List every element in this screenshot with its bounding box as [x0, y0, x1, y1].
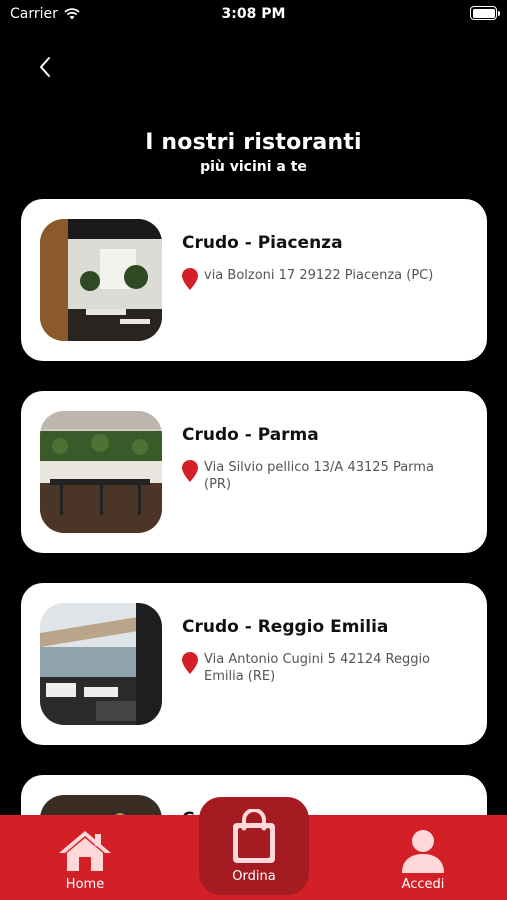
restaurant-photo: [40, 219, 162, 341]
status-time: 3:08 PM: [221, 6, 286, 22]
restaurant-photo: [40, 411, 162, 533]
restaurant-name: Crudo - Piacenza: [182, 233, 343, 253]
tab-home-label: Home: [65, 877, 105, 892]
page-subtitle: più vicini a te: [200, 159, 307, 175]
location-pin-icon: [182, 652, 198, 674]
restaurant-card[interactable]: Crudo - Reggio Emilia Via Antonio Cugini…: [21, 583, 487, 745]
user-icon: [402, 830, 444, 873]
address-text: Via Silvio pellico 13/A 43125 Parma (PR): [204, 460, 434, 492]
restaurant-name: Crudo - Parma: [182, 425, 319, 445]
address-text: Via Antonio Cugini 5 42124 Reggio Emilia…: [204, 652, 431, 684]
back-button[interactable]: [30, 52, 60, 82]
restaurant-photo: [40, 603, 162, 725]
shopping-bag-icon: [233, 808, 275, 863]
restaurant-address: via Bolzoni 17 29122 Piacenza (PC): [182, 267, 452, 290]
page-title: I nostri ristoranti: [145, 130, 362, 155]
restaurant-address: Via Silvio pellico 13/A 43125 Parma (PR): [182, 459, 452, 493]
tab-ordina[interactable]: Ordina: [199, 797, 309, 895]
address-text: via Bolzoni 17 29122 Piacenza (PC): [204, 268, 434, 283]
location-pin-icon: [182, 268, 198, 290]
restaurant-address: Via Antonio Cugini 5 42124 Reggio Emilia…: [182, 651, 452, 685]
tab-accedi-label: Accedi: [401, 877, 445, 892]
tab-bar: Home Ordina Accedi: [0, 797, 507, 900]
restaurant-card[interactable]: Crudo - Piacenza via Bolzoni 17 29122 Pi…: [21, 199, 487, 361]
tab-home[interactable]: Home: [50, 815, 120, 900]
tab-accedi[interactable]: Accedi: [388, 815, 458, 900]
location-pin-icon: [182, 460, 198, 482]
page-header: I nostri ristoranti più vicini a te: [0, 130, 507, 175]
restaurant-name: Crudo - Reggio Emilia: [182, 617, 389, 637]
status-bar: Carrier 3:08 PM: [0, 0, 507, 30]
tab-ordina-label: Ordina: [232, 868, 276, 884]
chevron-left-icon: [40, 57, 50, 77]
restaurant-card[interactable]: Crudo - Parma Via Silvio pellico 13/A 43…: [21, 391, 487, 553]
home-icon: [59, 831, 111, 871]
battery-icon: [470, 6, 500, 20]
